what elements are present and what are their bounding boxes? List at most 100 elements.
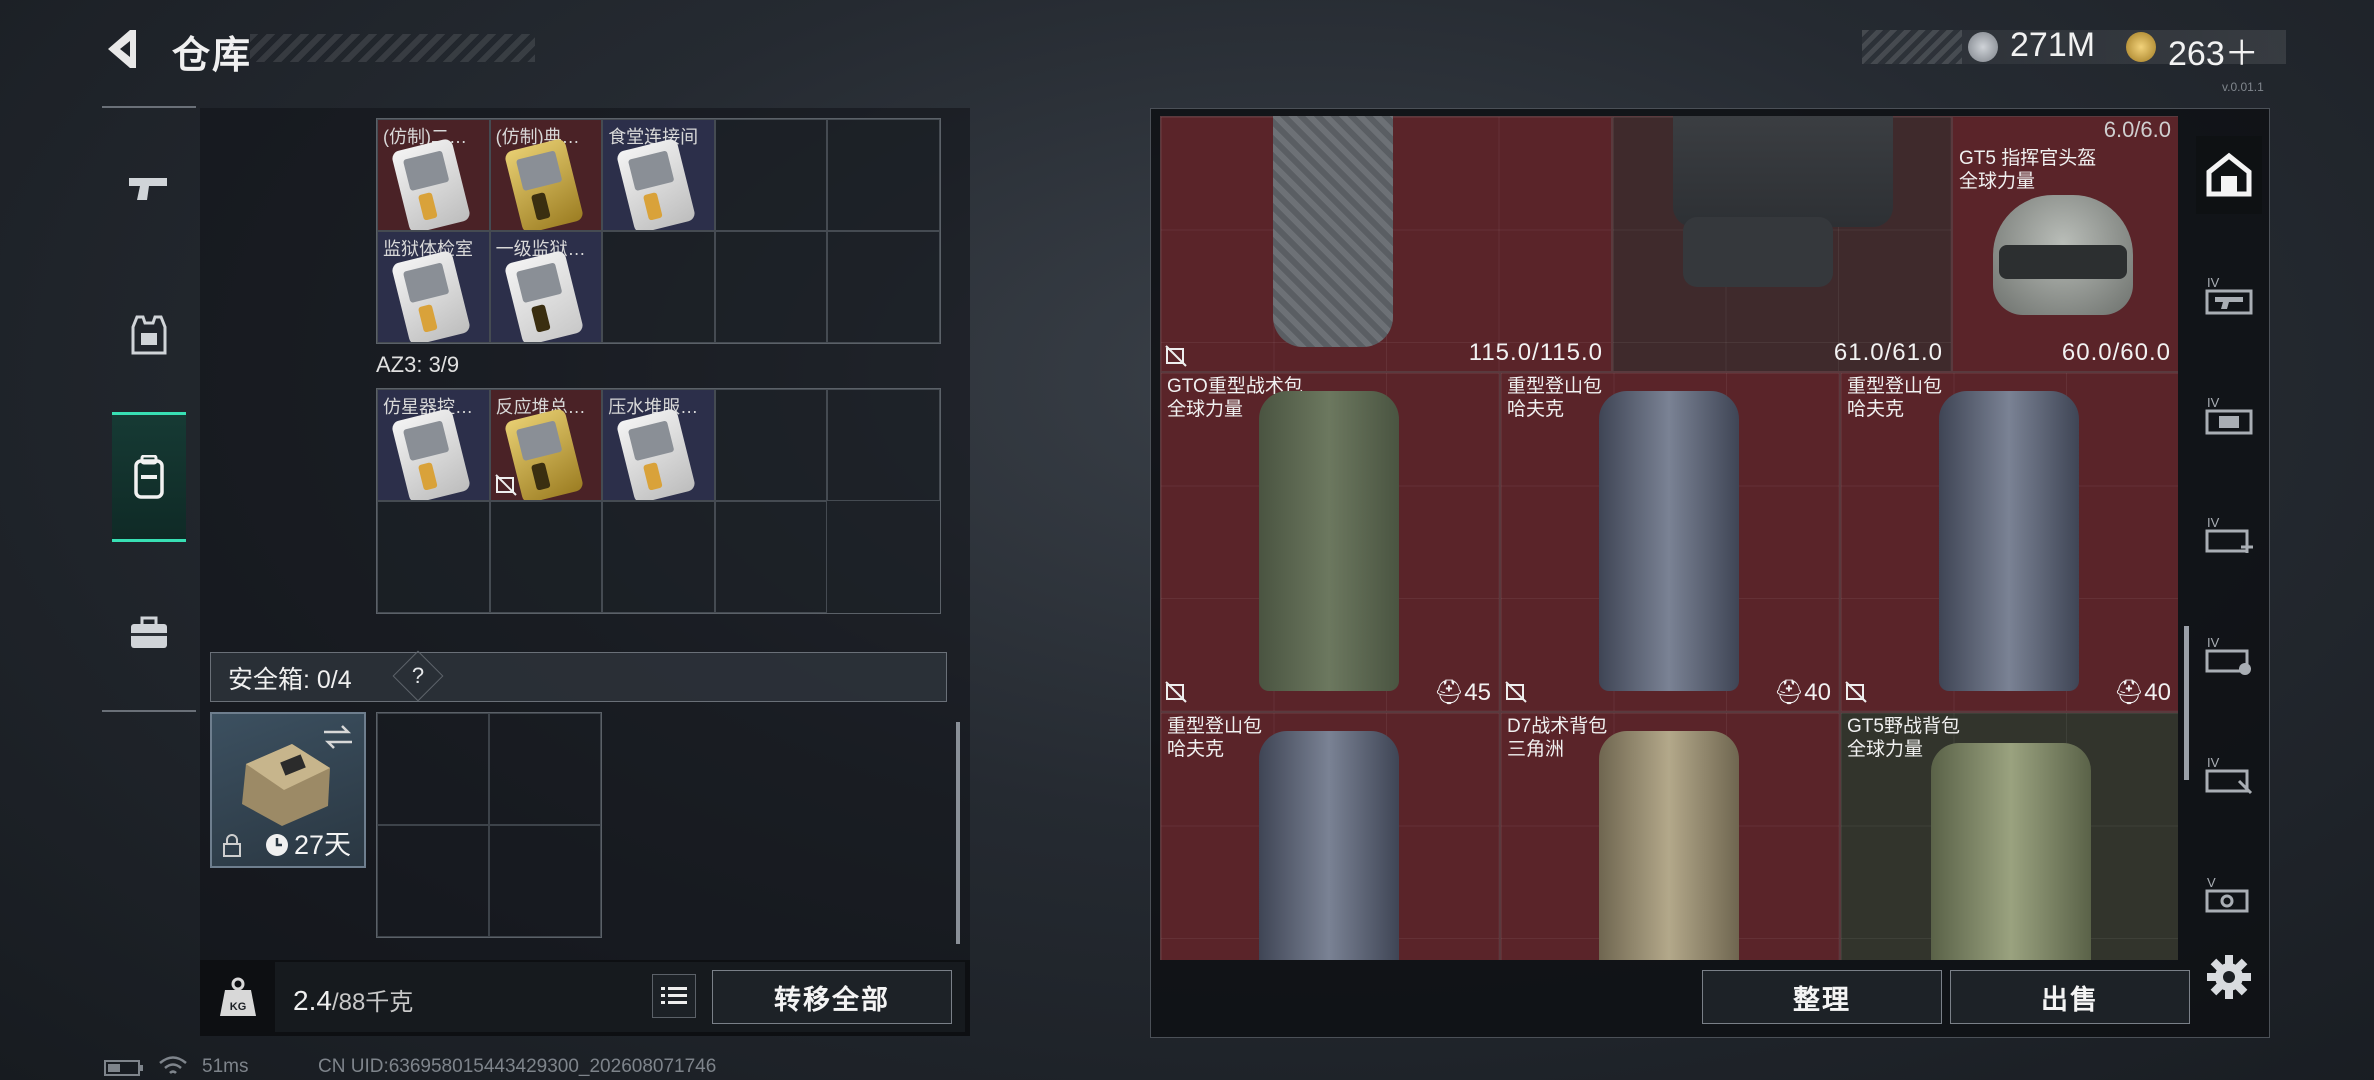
item-capacity: ⛑40	[1773, 679, 1831, 706]
svg-text:IV: IV	[2207, 515, 2220, 530]
grid-cell[interactable]	[714, 231, 828, 343]
item-top-value: 6.0/6.0	[2103, 117, 2171, 142]
grid-cell[interactable]	[377, 713, 489, 825]
backpack-image	[1599, 731, 1739, 960]
item-durability: 60.0/60.0	[2061, 339, 2171, 366]
stash-item-backpack[interactable]: 重型登山包 哈夫克	[1160, 712, 1500, 960]
swap-icon[interactable]	[322, 724, 354, 750]
no-insurance-icon	[494, 474, 517, 496]
backpack-image	[1259, 731, 1399, 960]
tab-storage-ammo[interactable]: IV	[2196, 616, 2262, 694]
svg-text:IV: IV	[2207, 275, 2220, 290]
keycard-grid-2: 仿星器控… 反应堆总… 压水堆服…	[376, 388, 941, 614]
stash-item-backpack[interactable]: GTO重型战术包 全球力量 ⛑45	[1160, 372, 1500, 712]
version-tag: v.0.01.1	[2222, 80, 2264, 94]
backpack-image	[1931, 743, 2091, 960]
weight-icon: KG	[220, 977, 256, 1016]
toolbox-icon	[131, 616, 167, 648]
grid-cell[interactable]	[827, 389, 940, 501]
container-az3-label: AZ3: 3/9	[376, 352, 460, 377]
stash-item-backpack[interactable]: 重型登山包 哈夫克 ⛑40	[1840, 372, 2178, 712]
backpack-image	[1599, 391, 1739, 691]
nav-backpack[interactable]	[112, 412, 186, 542]
stash-item-helmet[interactable]: 6.0/6.0 GT5 指挥官头盔 全球力量 60.0/60.0	[1952, 116, 2178, 372]
gear-icon[interactable]	[2206, 954, 2252, 1000]
stash-item-backpack[interactable]: 重型登山包 哈夫克 ⛑40	[1500, 372, 1840, 712]
currency-bar-decoration	[1862, 30, 1962, 64]
tab-storage-valuables[interactable]: V	[2196, 856, 2262, 934]
svg-text:IV: IV	[2207, 395, 2220, 410]
svg-text:KG: KG	[230, 1001, 247, 1013]
tab-storage-tools[interactable]: IV	[2196, 736, 2262, 814]
grid-cell[interactable]	[377, 825, 489, 937]
storage-ammo-icon: IV	[2205, 635, 2251, 675]
keycard-grid-1: (仿制)二… (仿制)典… 食堂连接间 监狱体检室 一级监狱…	[376, 118, 941, 344]
item-capacity: ⛑40	[2113, 679, 2171, 706]
grid-cell[interactable]: 反应堆总…	[489, 389, 603, 501]
wifi-icon	[159, 1056, 187, 1074]
grid-cell[interactable]	[714, 119, 828, 231]
storage-weapons-icon: IV	[2205, 275, 2253, 315]
sell-button[interactable]: 出售	[1950, 970, 2190, 1024]
currency-1-value[interactable]: 271M	[2010, 26, 2095, 65]
backpack-image	[1259, 391, 1399, 691]
grid-cell[interactable]: 食堂连接间	[602, 119, 715, 231]
grid-cell[interactable]	[602, 231, 715, 343]
stash-scrollbar[interactable]	[2184, 626, 2189, 780]
storage-tools-icon: IV	[2205, 755, 2253, 795]
stash-item-vest[interactable]: 115.0/115.0	[1160, 116, 1612, 372]
left-scrollbar[interactable]	[956, 722, 960, 944]
lock-icon	[223, 834, 241, 857]
grid-cell[interactable]: 监狱体检室	[377, 231, 490, 343]
nav-toolbox[interactable]	[112, 568, 186, 698]
nav-weapon[interactable]	[112, 124, 186, 254]
safe-box-item[interactable]: 27天	[210, 712, 366, 868]
tab-storage-medical[interactable]: IV	[2196, 496, 2262, 574]
safe-box-label: 安全箱: 0/4	[228, 666, 352, 694]
no-insurance-icon	[1165, 681, 1187, 703]
grid-cell[interactable]: (仿制)典…	[489, 119, 603, 231]
grid-cell[interactable]	[827, 119, 940, 231]
grid-cell[interactable]	[377, 501, 490, 613]
grid-cell[interactable]: 仿星器控…	[377, 389, 490, 501]
stash-item-backpack[interactable]: D7战术背包 三角洲	[1500, 712, 1840, 960]
grid-cell[interactable]	[489, 713, 601, 825]
help-icon: ?	[411, 663, 425, 688]
grid-cell[interactable]: 一级监狱…	[489, 231, 603, 343]
grid-cell[interactable]	[714, 389, 828, 501]
back-arrow-icon[interactable]	[100, 24, 150, 74]
grid-cell[interactable]	[489, 501, 603, 613]
item-name: D7战术背包 三角洲	[1507, 716, 1608, 760]
safe-box-slots	[376, 712, 602, 938]
uid-text: CN UID:636958015443429300_202608071746	[318, 1056, 717, 1077]
battery-icon	[104, 1060, 143, 1076]
weight-value: 2.4/88千克	[293, 985, 414, 1016]
currency-2-value[interactable]: 263＋	[2168, 26, 2259, 75]
grid-cell[interactable]	[489, 825, 601, 937]
tab-storage-weapons[interactable]: IV	[2196, 256, 2262, 334]
grid-cell[interactable]: 压水堆服…	[602, 389, 715, 501]
item-name: 重型登山包 哈夫克	[1847, 376, 1943, 420]
warehouse-icon	[2206, 152, 2252, 197]
stash-grid: 115.0/115.0 61.0/61.0 6.0/6.0 GT5 指挥官头盔全…	[1160, 116, 2178, 960]
nav-armor[interactable]	[112, 270, 186, 400]
grid-cell[interactable]: (仿制)二…	[377, 119, 490, 231]
storage-gear-icon: IV	[2205, 395, 2253, 435]
tab-all-storage[interactable]	[2196, 136, 2262, 214]
ping-value: 51ms	[202, 1056, 249, 1077]
grid-cell[interactable]	[827, 231, 940, 343]
item-name: GT5 指挥官头盔 全球力量	[1959, 148, 2097, 192]
list-view-button[interactable]	[652, 974, 696, 1018]
stash-item-backpack[interactable]: GT5野战背包 全球力量	[1840, 712, 2178, 960]
no-insurance-icon	[1165, 345, 1187, 367]
transfer-all-button[interactable]: 转移全部	[712, 970, 952, 1024]
tab-storage-gear[interactable]: IV	[2196, 376, 2262, 454]
coin-gold-icon	[2126, 32, 2156, 62]
grid-cell[interactable]	[714, 501, 828, 613]
stash-item-rig[interactable]: 61.0/61.0	[1612, 116, 1952, 372]
backpack-image	[1939, 391, 2079, 691]
storage-valuables-icon: V	[2205, 875, 2249, 913]
grid-cell[interactable]	[602, 501, 715, 613]
title-decoration	[250, 34, 535, 62]
sort-button[interactable]: 整理	[1702, 970, 1942, 1024]
